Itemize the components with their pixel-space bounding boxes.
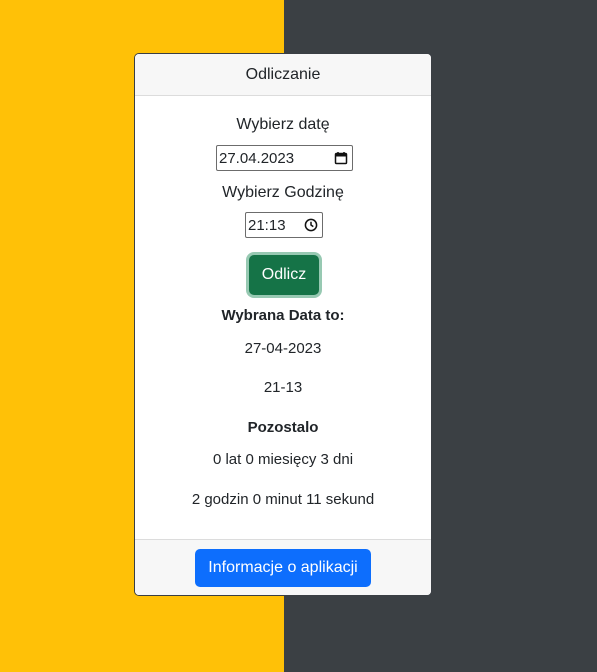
time-input[interactable]: 21:13 xyxy=(245,212,323,238)
selected-time-value: 21-13 xyxy=(263,379,303,396)
time-label: Wybierz Godzinę xyxy=(222,184,344,201)
time-input-value: 21:13 xyxy=(248,216,286,234)
card-footer: Informacje o aplikacji xyxy=(135,539,431,595)
date-label: Wybierz datę xyxy=(236,116,330,133)
selected-date-heading: Wybrana Data to: xyxy=(221,307,345,324)
date-input-value: 27.04.2023 xyxy=(219,149,295,167)
selected-date-value: 27-04-2023 xyxy=(244,340,322,357)
card-title: Odliczanie xyxy=(245,65,321,83)
countdown-card: Odliczanie Wybierz datę 27.04.2023 Wybie… xyxy=(134,53,432,596)
remaining-heading: Pozostalo xyxy=(247,419,319,436)
count-button[interactable]: Odlicz xyxy=(249,255,319,295)
card-header: Odliczanie xyxy=(135,54,431,96)
remaining-years-months-days: 0 lat 0 miesięcy 3 dni xyxy=(212,451,354,468)
calendar-icon[interactable] xyxy=(333,150,349,166)
date-input[interactable]: 27.04.2023 xyxy=(216,145,353,171)
app-info-button[interactable]: Informacje o aplikacji xyxy=(195,548,371,587)
remaining-hours-minutes-seconds: 2 godzin 0 minut 11 sekund xyxy=(191,491,375,508)
clock-icon[interactable] xyxy=(303,217,319,233)
count-button-focus-ring: Odlicz xyxy=(246,252,322,298)
card-body: Wybierz datę 27.04.2023 Wybierz Godzinę … xyxy=(135,96,431,542)
